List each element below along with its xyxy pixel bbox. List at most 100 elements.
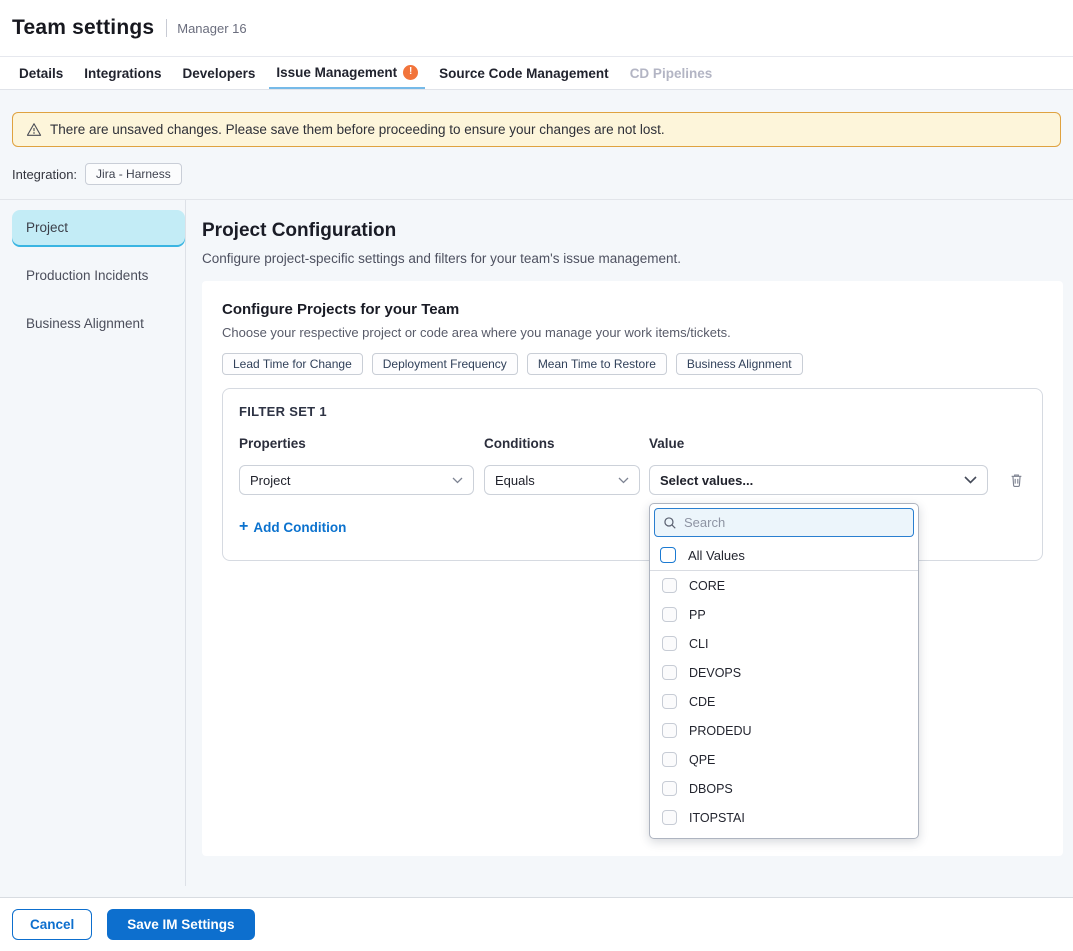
metric-chip-lead-time: Lead Time for Change bbox=[222, 353, 363, 375]
checkbox-icon[interactable] bbox=[662, 578, 677, 593]
tab-issue-management[interactable]: Issue Management ! bbox=[269, 57, 425, 89]
page-subtitle: Manager 16 bbox=[177, 21, 246, 36]
column-header-conditions: Conditions bbox=[484, 436, 640, 451]
sidebar-item-project[interactable]: Project bbox=[12, 210, 185, 245]
save-im-settings-button[interactable]: Save IM Settings bbox=[107, 909, 254, 940]
card-title: Configure Projects for your Team bbox=[222, 301, 1043, 318]
alert-circle-icon: ! bbox=[403, 65, 418, 80]
checkbox-icon[interactable] bbox=[662, 694, 677, 709]
option-pp[interactable]: PP bbox=[650, 600, 918, 629]
option-cde[interactable]: CDE bbox=[650, 687, 918, 716]
option-cli[interactable]: CLI bbox=[650, 629, 918, 658]
action-footer: Cancel Save IM Settings bbox=[0, 897, 1073, 951]
page-title: Team settings bbox=[12, 16, 154, 40]
metric-chip-mean-time-to-restore: Mean Time to Restore bbox=[527, 353, 667, 375]
main-area: Project Configuration Configure project-… bbox=[186, 200, 1073, 906]
magnifier-icon bbox=[663, 516, 677, 530]
section-title: Project Configuration bbox=[202, 220, 1063, 242]
checkbox-icon[interactable] bbox=[662, 723, 677, 738]
tab-cd-pipelines: CD Pipelines bbox=[623, 57, 720, 89]
property-select[interactable]: Project bbox=[239, 465, 474, 495]
filter-set-title: FILTER SET 1 bbox=[239, 404, 1026, 419]
sidebar-item-business-alignment[interactable]: Business Alignment bbox=[12, 306, 185, 341]
option-label: DBOPS bbox=[689, 782, 733, 796]
option-label: All Values bbox=[688, 548, 745, 563]
option-prodedu[interactable]: PRODEDU bbox=[650, 716, 918, 745]
option-devops[interactable]: DEVOPS bbox=[650, 658, 918, 687]
value-select-placeholder: Select values... bbox=[660, 473, 753, 488]
unsaved-changes-banner: There are unsaved changes. Please save t… bbox=[12, 112, 1061, 147]
option-dbops[interactable]: DBOPS bbox=[650, 774, 918, 803]
sidebar-item-production-incidents[interactable]: Production Incidents bbox=[12, 258, 185, 293]
option-label: CDE bbox=[689, 695, 715, 709]
value-multiselect[interactable]: Select values... bbox=[649, 465, 988, 495]
trash-icon bbox=[1009, 472, 1024, 488]
option-label: QPE bbox=[689, 753, 715, 767]
option-all-values[interactable]: All Values bbox=[650, 541, 918, 571]
checkbox-icon[interactable] bbox=[662, 665, 677, 680]
metric-chip-row: Lead Time for Change Deployment Frequenc… bbox=[222, 353, 1043, 375]
filter-set-1: FILTER SET 1 Properties Conditions Value… bbox=[222, 388, 1043, 561]
tab-label: Details bbox=[19, 66, 63, 81]
chevron-down-icon bbox=[452, 477, 463, 484]
integration-label: Integration: bbox=[12, 167, 77, 182]
section-subtitle: Configure project-specific settings and … bbox=[202, 251, 1063, 266]
content-region: Project Production Incidents Business Al… bbox=[0, 199, 1073, 906]
checkbox-icon[interactable] bbox=[662, 810, 677, 825]
sidebar-item-label: Project bbox=[26, 220, 68, 235]
checkbox-icon[interactable] bbox=[662, 752, 677, 767]
value-dropdown: All Values CORE PP bbox=[649, 503, 919, 839]
option-label: DEVOPS bbox=[689, 666, 741, 680]
condition-select[interactable]: Equals bbox=[484, 465, 640, 495]
chevron-down-icon bbox=[618, 477, 629, 484]
add-condition-label: Add Condition bbox=[253, 520, 346, 535]
dropdown-search bbox=[654, 508, 914, 537]
cancel-button[interactable]: Cancel bbox=[12, 909, 92, 940]
condition-select-value: Equals bbox=[495, 473, 535, 488]
column-header-properties: Properties bbox=[239, 436, 474, 451]
column-header-value: Value bbox=[649, 436, 988, 451]
option-qpe[interactable]: QPE bbox=[650, 745, 918, 774]
integration-chip[interactable]: Jira - Harness bbox=[85, 163, 182, 185]
tab-source-code-management[interactable]: Source Code Management bbox=[432, 57, 616, 89]
option-pipe[interactable]: PIPE bbox=[650, 832, 918, 839]
tab-label: Source Code Management bbox=[439, 66, 609, 81]
tab-developers[interactable]: Developers bbox=[176, 57, 263, 89]
checkbox-icon[interactable] bbox=[662, 636, 677, 651]
project-config-card: Configure Projects for your Team Choose … bbox=[202, 281, 1063, 856]
tab-integrations[interactable]: Integrations bbox=[77, 57, 168, 89]
option-label: PP bbox=[689, 608, 706, 622]
search-input[interactable] bbox=[684, 515, 905, 530]
property-select-value: Project bbox=[250, 473, 290, 488]
filter-row: Project Equals bbox=[239, 465, 1026, 495]
triangle-exclamation-icon bbox=[26, 122, 42, 137]
filter-column-headers: Properties Conditions Value bbox=[239, 436, 1026, 451]
sidebar-item-label: Production Incidents bbox=[26, 268, 148, 283]
option-itopstai[interactable]: ITOPSTAI bbox=[650, 803, 918, 832]
sidebar-item-label: Business Alignment bbox=[26, 316, 144, 331]
card-subtitle: Choose your respective project or code a… bbox=[222, 325, 1043, 340]
page-header: Team settings Manager 16 bbox=[0, 0, 1073, 57]
title-divider bbox=[166, 19, 167, 37]
option-label: CORE bbox=[689, 579, 725, 593]
tab-label: CD Pipelines bbox=[630, 66, 713, 81]
tab-label: Developers bbox=[183, 66, 256, 81]
settings-sidebar: Project Production Incidents Business Al… bbox=[0, 200, 185, 906]
option-label: PRODEDU bbox=[689, 724, 752, 738]
delete-filter-row-button[interactable] bbox=[1007, 470, 1026, 490]
chevron-down-icon bbox=[964, 476, 977, 484]
team-settings-page: Team settings Manager 16 Details Integra… bbox=[0, 0, 1073, 951]
integration-row: Integration: Jira - Harness bbox=[12, 163, 1061, 185]
plus-icon: + bbox=[239, 518, 248, 536]
option-label: CLI bbox=[689, 637, 708, 651]
metric-chip-deployment-frequency: Deployment Frequency bbox=[372, 353, 518, 375]
checkbox-icon[interactable] bbox=[660, 547, 676, 563]
tab-bar: Details Integrations Developers Issue Ma… bbox=[0, 57, 1073, 90]
tab-details[interactable]: Details bbox=[12, 57, 70, 89]
metric-chip-business-alignment: Business Alignment bbox=[676, 353, 803, 375]
option-label: ITOPSTAI bbox=[689, 811, 745, 825]
checkbox-icon[interactable] bbox=[662, 781, 677, 796]
tab-label: Integrations bbox=[84, 66, 161, 81]
checkbox-icon[interactable] bbox=[662, 607, 677, 622]
option-core[interactable]: CORE bbox=[650, 571, 918, 600]
